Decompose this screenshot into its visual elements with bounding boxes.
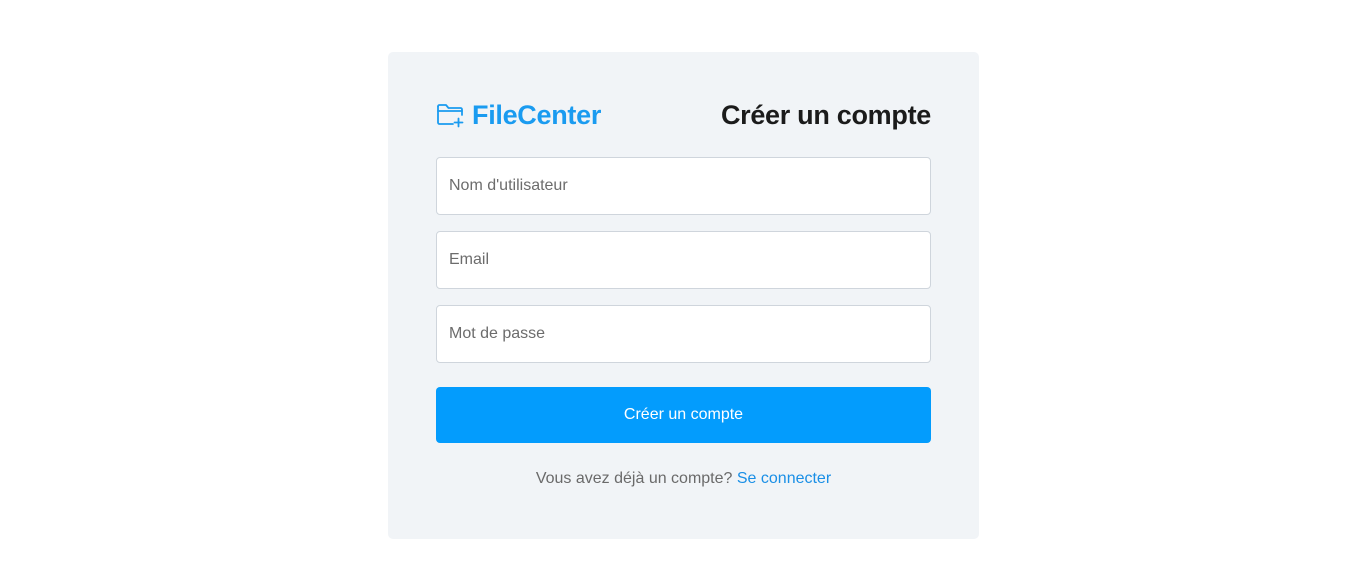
login-prompt: Vous avez déjà un compte? Se connecter <box>436 470 931 488</box>
login-link[interactable]: Se connecter <box>737 470 831 487</box>
password-input[interactable] <box>436 305 931 363</box>
page-title: Créer un compte <box>720 99 931 130</box>
signup-card: FileCenter Créer un compte Créer un comp… <box>388 52 979 539</box>
brand-name: FileCenter <box>472 99 602 130</box>
signup-form: Créer un compte <box>436 157 931 443</box>
card-header: FileCenter Créer un compte <box>436 100 931 130</box>
brand-logo: FileCenter <box>436 100 601 131</box>
login-prompt-text: Vous avez déjà un compte? <box>535 470 733 487</box>
create-account-button[interactable]: Créer un compte <box>436 387 931 443</box>
username-input[interactable] <box>436 157 931 215</box>
folder-plus-icon <box>437 104 464 128</box>
email-input[interactable] <box>436 231 931 289</box>
